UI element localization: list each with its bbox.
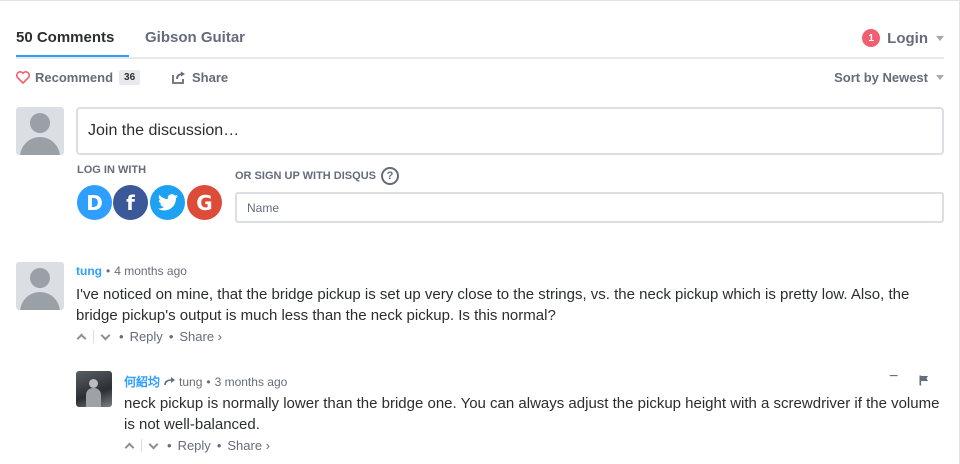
upvote-icon[interactable] xyxy=(76,333,87,343)
disqus-login-button[interactable]: D xyxy=(77,185,112,220)
meta-separator: • xyxy=(119,329,124,344)
heart-icon xyxy=(16,71,30,84)
divider xyxy=(93,330,94,343)
chevron-down-icon xyxy=(936,35,944,41)
active-tab-indicator xyxy=(16,55,129,57)
facebook-icon: f xyxy=(126,190,135,215)
reply-to-user[interactable]: tung xyxy=(179,375,202,389)
comment-author[interactable]: 何紹均 xyxy=(124,373,160,390)
name-field[interactable]: Name xyxy=(235,192,944,223)
login-menu[interactable]: 1 Login xyxy=(862,29,944,47)
google-login-button[interactable]: G xyxy=(187,185,222,220)
collapse-button[interactable]: − xyxy=(889,368,898,386)
comment-header: 何紹均 tung • 3 months ago xyxy=(124,373,287,390)
comment-header: tung • 4 months ago xyxy=(76,264,187,278)
comment-timestamp[interactable]: 3 months ago xyxy=(215,375,288,389)
comment-actions: • Reply • Share › xyxy=(124,438,270,453)
meta-separator: • xyxy=(167,438,172,453)
tab-community[interactable]: Gibson Guitar xyxy=(145,29,245,46)
help-icon[interactable]: ? xyxy=(380,167,399,185)
recommend-count: 36 xyxy=(119,70,141,85)
share-label: Share xyxy=(192,70,229,85)
divider xyxy=(141,439,142,452)
comment-input[interactable]: Join the discussion… xyxy=(76,107,944,155)
google-icon: G xyxy=(196,190,213,215)
sort-label: Sort by Newest xyxy=(834,70,928,85)
comment-body: neck pickup is normally lower than the b… xyxy=(124,395,940,433)
chevron-down-icon xyxy=(936,75,944,80)
avatar xyxy=(16,107,64,155)
login-label: Login xyxy=(887,29,928,47)
signup-label: OR SIGN UP WITH DISQUS ? xyxy=(235,167,399,185)
comment-author[interactable]: tung xyxy=(76,264,102,278)
share-comment-button[interactable]: Share › xyxy=(227,438,270,453)
recommend-label: Recommend xyxy=(35,70,114,85)
tab-comments[interactable]: 50 Comments xyxy=(16,29,114,46)
sort-dropdown[interactable]: Sort by Newest xyxy=(834,70,944,85)
thread-toolbar: Recommend 36 Share Sort by Newest xyxy=(16,70,944,90)
meta-separator: • xyxy=(206,374,211,389)
comment-body: I've noticed on mine, that the bridge pi… xyxy=(76,286,910,324)
comment-timestamp[interactable]: 4 months ago xyxy=(114,264,187,278)
signup-text: OR SIGN UP WITH DISQUS xyxy=(235,170,376,182)
avatar[interactable] xyxy=(16,262,64,310)
recommend-button[interactable]: Recommend 36 xyxy=(16,70,141,85)
reply-button[interactable]: Reply xyxy=(130,329,163,344)
reply-arrow-icon xyxy=(164,377,176,386)
share-thread-button[interactable]: Share xyxy=(172,70,228,85)
login-with-label: LOG IN WITH xyxy=(77,164,147,176)
avatar[interactable] xyxy=(76,371,112,407)
meta-separator: • xyxy=(106,264,111,278)
upvote-icon[interactable] xyxy=(124,442,135,452)
facebook-login-button[interactable]: f xyxy=(113,185,148,220)
downvote-icon[interactable] xyxy=(100,330,111,340)
flag-icon[interactable] xyxy=(919,375,929,386)
reply-button[interactable]: Reply xyxy=(178,438,211,453)
meta-separator: • xyxy=(216,438,222,453)
comment-actions: • Reply • Share › xyxy=(76,329,222,344)
share-icon xyxy=(172,71,185,84)
disqus-icon: D xyxy=(86,190,103,215)
twitter-login-button[interactable] xyxy=(150,185,185,220)
downvote-icon[interactable] xyxy=(148,439,159,449)
share-comment-button[interactable]: Share › xyxy=(179,329,222,344)
comments-nav: 50 Comments Gibson Guitar 1 Login xyxy=(16,0,944,59)
twitter-icon xyxy=(157,194,178,211)
meta-separator: • xyxy=(168,329,174,344)
notification-badge[interactable]: 1 xyxy=(862,29,881,47)
